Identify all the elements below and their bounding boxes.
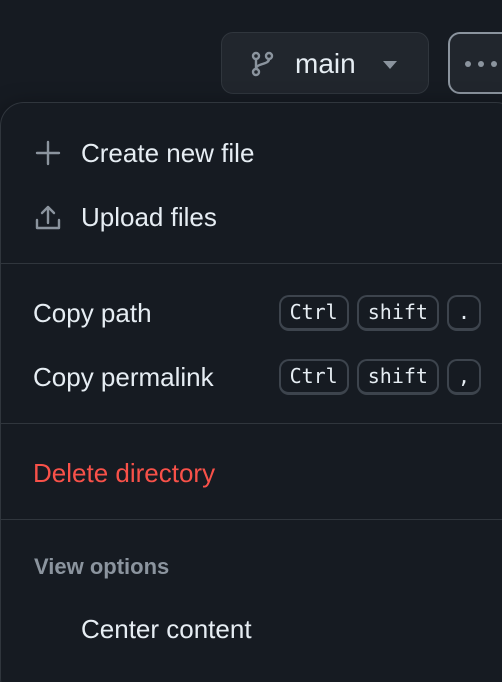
kbd-key: , [446, 359, 481, 395]
kbd-key: shift [356, 359, 439, 395]
actions-menu: Create new file Upload files Copy path C… [0, 102, 502, 682]
kbd-key: Ctrl [278, 295, 349, 331]
menu-item-label: Upload files [81, 202, 217, 232]
menu-item-label: Copy permalink [33, 362, 214, 392]
branch-selector-button[interactable]: main [221, 32, 429, 94]
menu-item-label: Copy path [33, 298, 152, 328]
menu-divider [1, 423, 502, 424]
menu-item-label: Create new file [81, 138, 255, 168]
upload-icon [35, 205, 61, 230]
menu-item-label: Center content [81, 614, 252, 644]
menu-item-center-content[interactable]: Center content [1, 601, 502, 657]
kbd-key: Ctrl [278, 359, 349, 395]
menu-item-copy-path[interactable]: Copy path Ctrl shift . [1, 285, 502, 341]
triangle-down-icon [383, 61, 397, 69]
plus-icon [35, 140, 61, 166]
branch-name: main [295, 48, 356, 79]
keyboard-shortcut: Ctrl shift , [278, 359, 481, 395]
menu-item-create-new-file[interactable]: Create new file [1, 125, 502, 181]
menu-divider [1, 519, 502, 520]
menu-divider [1, 263, 502, 264]
keyboard-shortcut: Ctrl shift . [278, 295, 481, 331]
menu-item-label: Delete directory [33, 458, 216, 488]
kbd-key: . [446, 295, 481, 331]
menu-item-copy-permalink[interactable]: Copy permalink Ctrl shift , [1, 349, 502, 405]
kbd-key: shift [356, 295, 439, 331]
git-branch-icon [251, 51, 274, 77]
view-options-heading: View options [34, 554, 170, 579]
page: main Create new file Upload files Copy p… [0, 0, 502, 682]
menu-item-upload-files[interactable]: Upload files [1, 189, 502, 245]
kebab-horizontal-icon [465, 61, 497, 67]
more-options-button[interactable] [448, 32, 502, 94]
menu-item-delete-directory[interactable]: Delete directory [1, 445, 502, 501]
